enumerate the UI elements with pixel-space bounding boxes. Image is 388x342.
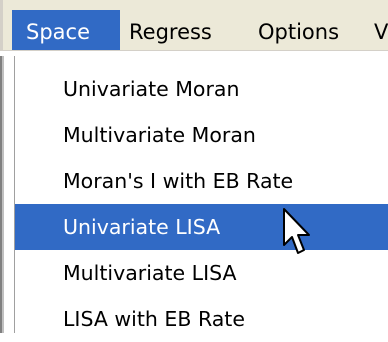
menu-item-univariate-moran[interactable]: Univariate Moran (15, 66, 388, 112)
menu-space[interactable]: Space (12, 10, 120, 50)
menu-item-multivariate-lisa[interactable]: Multivariate LISA (15, 250, 388, 296)
menu-item-univariate-lisa[interactable]: Univariate LISA (15, 204, 388, 250)
window-left-edge (0, 56, 6, 333)
menu-bar: Space Regress Options V (0, 0, 388, 51)
arrow-pointer-icon (283, 208, 310, 254)
menu-options[interactable]: Options (258, 10, 339, 50)
menu-view[interactable]: V (374, 10, 388, 50)
menu-regress[interactable]: Regress (129, 10, 212, 50)
space-dropdown-menu: Univariate Moran Multivariate Moran Mora… (14, 56, 388, 333)
menu-item-multivariate-moran[interactable]: Multivariate Moran (15, 112, 388, 158)
menu-item-lisa-eb-rate[interactable]: LISA with EB Rate (15, 296, 388, 342)
menubar-edge (0, 0, 3, 50)
menu-item-morans-i-eb-rate[interactable]: Moran's I with EB Rate (15, 158, 388, 204)
